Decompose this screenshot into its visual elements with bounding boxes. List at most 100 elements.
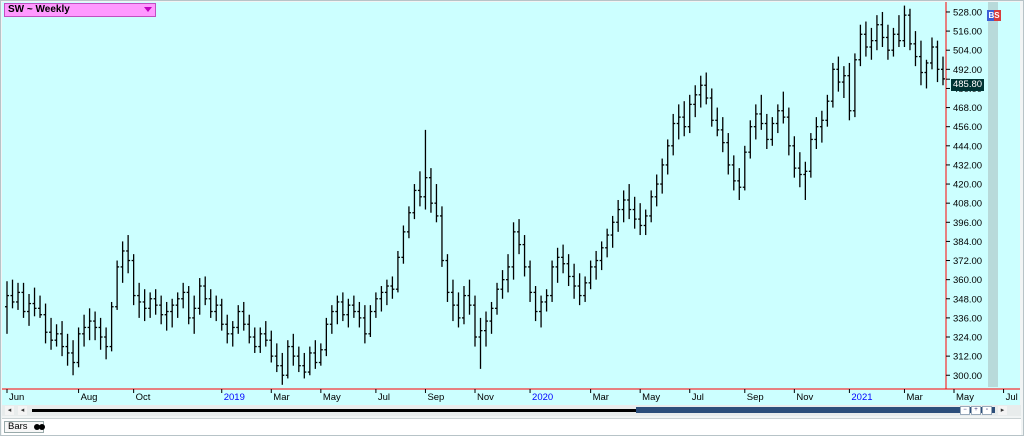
ohlc-bar	[819, 110, 824, 143]
ohlc-bar	[896, 15, 901, 48]
dropdown-arrow-icon	[144, 7, 152, 12]
ohlc-bar	[131, 254, 136, 306]
ohlc-bar	[814, 117, 819, 149]
x-tick-label: 2021	[851, 392, 872, 403]
y-tick-label: 420.00	[953, 180, 982, 191]
symbol-label: SW ~ Weekly	[8, 4, 70, 15]
ohlc-bar	[610, 215, 615, 248]
ohlc-bar	[935, 40, 940, 83]
y-tick-label: 468.00	[953, 103, 982, 114]
ohlc-bar	[533, 286, 538, 322]
ohlc-bar	[192, 295, 197, 334]
ohlc-bar	[219, 298, 224, 331]
ohlc-bar	[115, 260, 120, 310]
fit-icon[interactable]: ▫	[982, 406, 992, 415]
ohlc-bar	[627, 184, 632, 220]
ohlc-bar	[373, 292, 378, 318]
ohlc-bar	[924, 59, 929, 89]
zoom-in-icon[interactable]: +	[971, 406, 981, 415]
ohlc-bar	[280, 352, 285, 385]
ohlc-bar	[60, 321, 65, 357]
scroll-start-icon[interactable]: ◂	[5, 406, 14, 415]
ohlc-bar	[632, 196, 637, 229]
ohlc-bar	[434, 184, 439, 223]
ohlc-bar	[594, 250, 599, 280]
ohlc-bar	[748, 120, 753, 159]
chart-scrollbar[interactable]: ◂ ◂ ▸ − + ▫	[2, 405, 1021, 416]
ohlc-bar	[561, 244, 566, 274]
ohlc-bar	[731, 155, 736, 191]
scroll-thumb[interactable]	[636, 407, 995, 413]
ohlc-bar	[572, 263, 577, 299]
y-tick-label: 456.00	[953, 122, 982, 133]
ohlc-bar	[274, 343, 279, 373]
buy-sell-icon[interactable]: BS	[987, 10, 1001, 21]
ohlc-bar	[902, 5, 907, 48]
ohlc-bar	[698, 75, 703, 108]
x-tick-label: May	[642, 392, 660, 403]
ohlc-bar	[401, 225, 406, 264]
ohlc-bar	[159, 295, 164, 325]
scroll-left-icon[interactable]: ◂	[18, 406, 27, 415]
ohlc-bar	[781, 91, 786, 124]
ohlc-bar	[307, 346, 312, 376]
ohlc-bar	[638, 203, 643, 236]
ohlc-bar	[285, 340, 290, 379]
y-tick-label: 396.00	[953, 218, 982, 229]
ohlc-bar	[682, 101, 687, 137]
ohlc-bar	[82, 314, 87, 347]
ohlc-bar	[660, 158, 665, 194]
ohlc-bar	[522, 235, 527, 277]
ohlc-bar	[825, 94, 830, 127]
ohlc-bar	[759, 94, 764, 130]
ohlc-bar	[461, 286, 466, 325]
ohlc-bar	[808, 133, 813, 178]
last-price-badge: 485.80	[951, 79, 984, 91]
y-tick-label: 444.00	[953, 141, 982, 152]
ohlc-bar	[368, 305, 373, 338]
ohlc-bar	[792, 136, 797, 178]
ohlc-bar	[941, 56, 945, 86]
ohlc-bar	[93, 311, 98, 341]
ohlc-bar	[665, 139, 670, 175]
tab-bars[interactable]: Bars	[4, 421, 44, 433]
ohlc-bar	[197, 278, 202, 315]
ohlc-bar	[709, 88, 714, 127]
plot-area[interactable]: 300.00 312.00 324.00 336.00 348.00 360.00 372.…	[2, 2, 1020, 405]
ohlc-bar	[671, 113, 676, 156]
ohlc-bar	[142, 289, 147, 322]
tab-label: Bars	[8, 421, 28, 432]
ohlc-bar	[203, 276, 208, 306]
link-icon	[34, 424, 40, 430]
ohlc-bar	[49, 317, 54, 350]
ohlc-bar	[797, 152, 802, 188]
symbol-selector[interactable]: SW ~ Weekly	[4, 3, 156, 17]
ohlc-bar	[291, 333, 296, 366]
zoom-out-icon[interactable]: −	[960, 406, 970, 415]
x-tick-label: Mar	[906, 392, 922, 403]
ohlc-bar	[186, 286, 191, 325]
ohlc-bar	[500, 270, 505, 299]
ohlc-bar	[126, 235, 131, 274]
ohlc-bar	[263, 321, 268, 347]
ohlc-bar	[885, 24, 890, 60]
ohlc-bar	[379, 286, 384, 312]
ohlc-bar	[506, 254, 511, 293]
ohlc-bar	[517, 219, 522, 255]
scroll-right-icon[interactable]: ▸	[998, 406, 1007, 415]
ohlc-bar	[704, 72, 709, 105]
ohlc-bar	[478, 317, 483, 369]
x-tick-label: Nov	[477, 392, 494, 403]
ohlc-bar	[649, 190, 654, 223]
ohlc-bar	[643, 209, 648, 236]
ohlc-bar	[841, 66, 846, 99]
ohlc-bar	[687, 94, 692, 134]
ohlc-bar	[676, 104, 681, 140]
ohlc-bar	[929, 37, 934, 70]
ohlc-bar	[555, 247, 560, 283]
x-tick-label: Aug	[81, 392, 98, 403]
ohlc-bar	[847, 62, 852, 121]
ohlc-bar	[715, 107, 720, 137]
x-tick-label: Oct	[136, 392, 151, 403]
ohlc-bar	[495, 282, 500, 315]
